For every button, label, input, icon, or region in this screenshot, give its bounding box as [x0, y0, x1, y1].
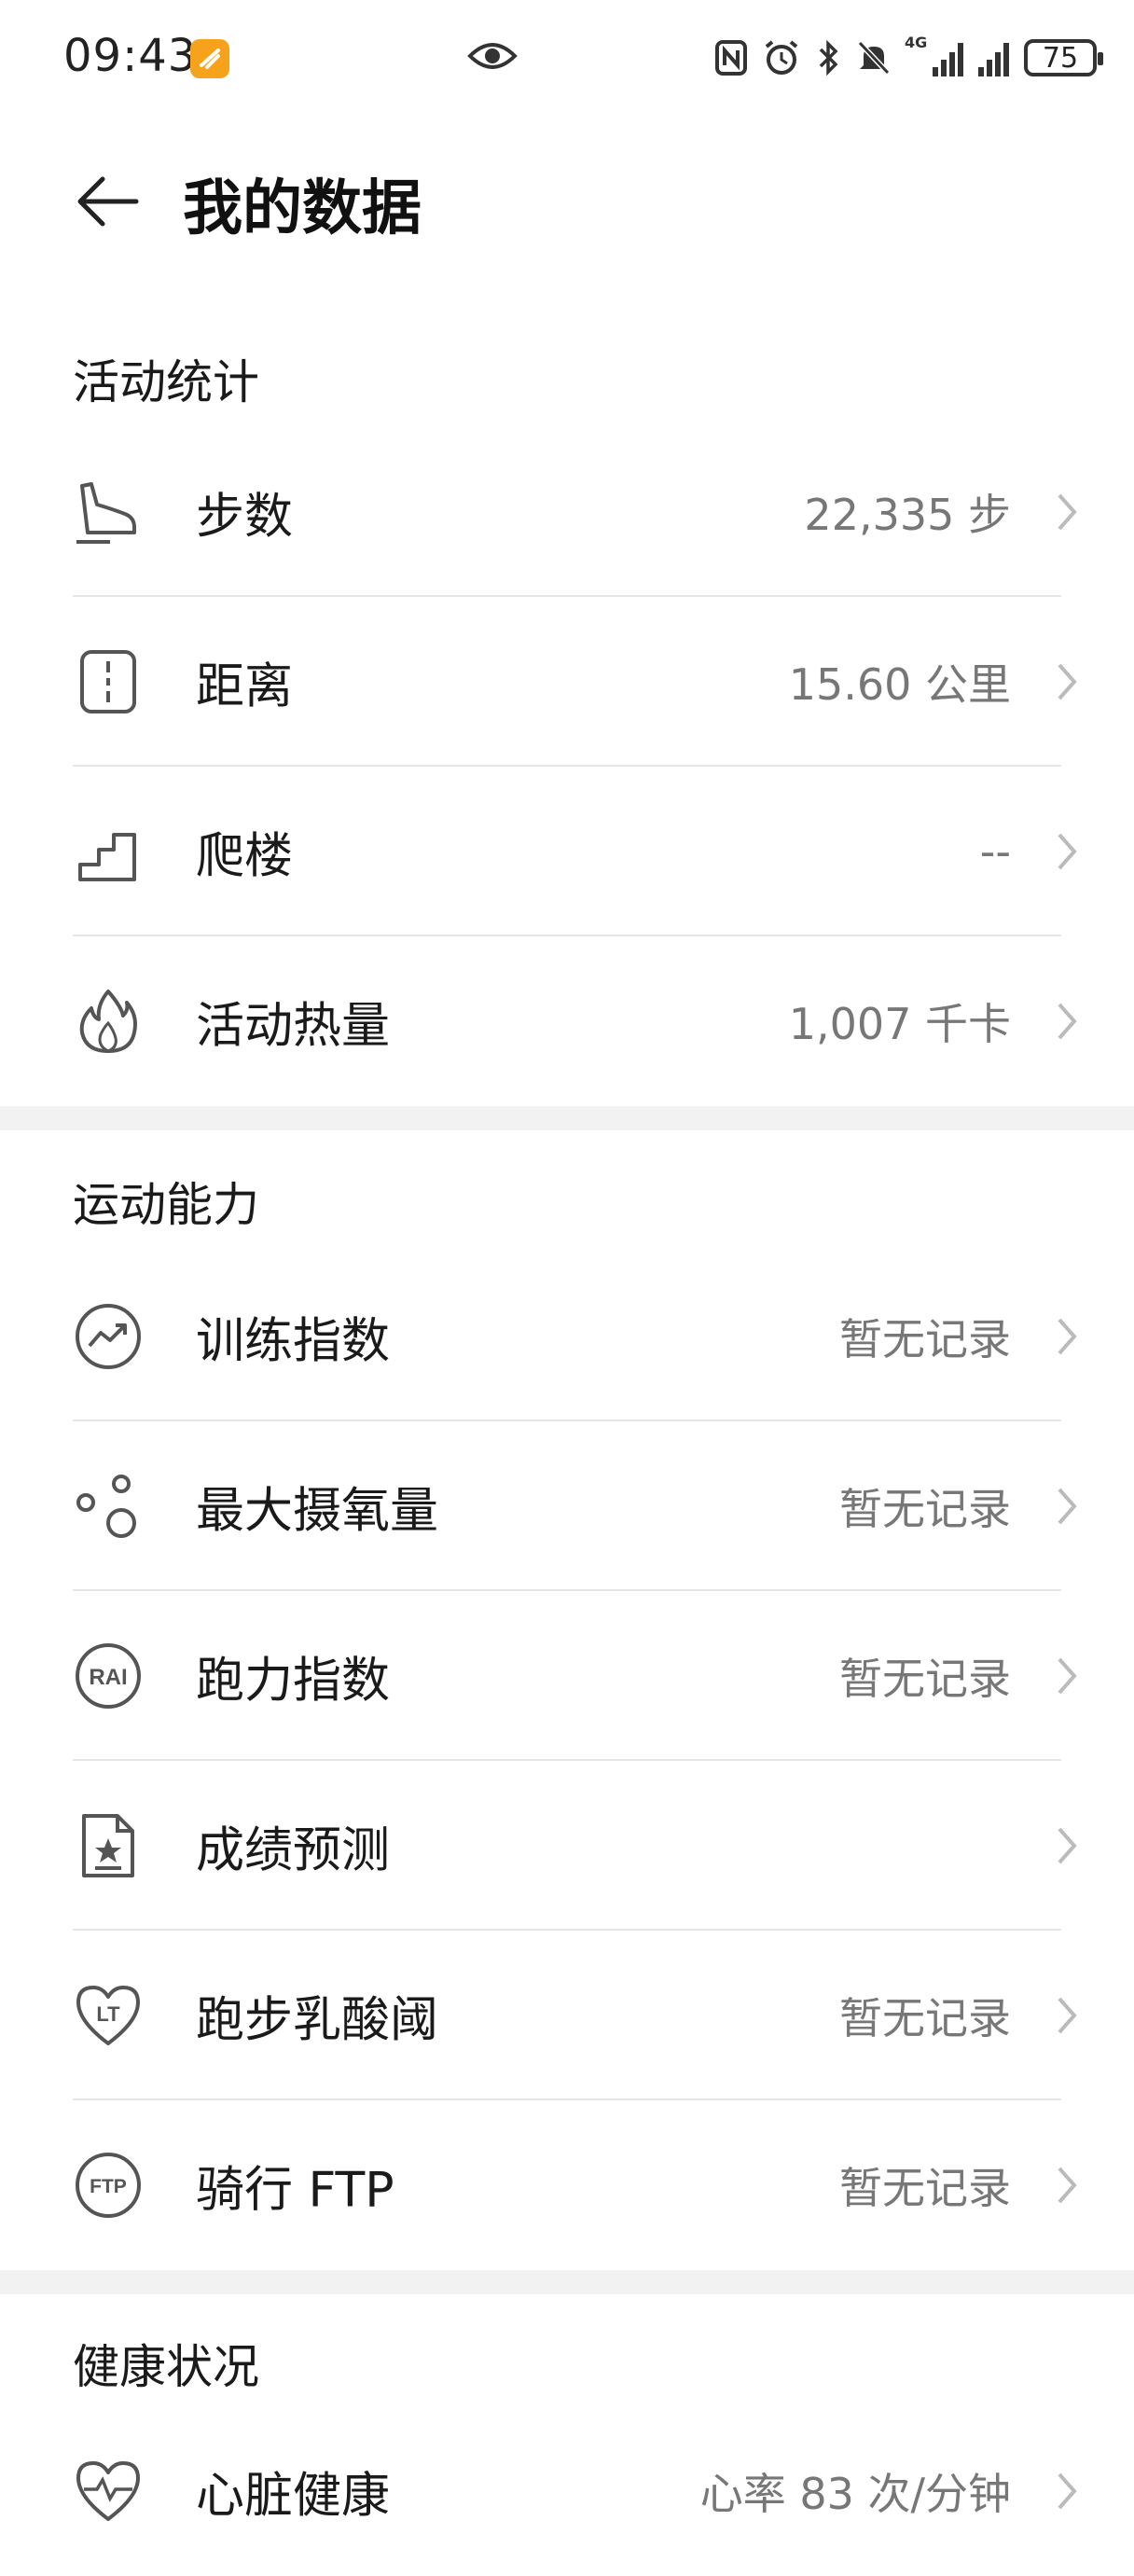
item-label: 跑步乳酸阈	[196, 1992, 439, 2049]
item-value: 1,007 千卡	[788, 999, 1011, 1049]
status-bar: 09:43 4G 75	[0, 0, 1134, 112]
section-separator	[0, 1106, 1134, 1130]
item-value: 暂无记录	[839, 1314, 1011, 1364]
list-item-vo2max[interactable]: 最大摄氧量 暂无记录	[0, 1421, 1134, 1591]
item-label: 心脏健康	[196, 2468, 391, 2525]
bubbles-icon	[73, 1471, 144, 1542]
chevron-right-icon	[1058, 1997, 1077, 2034]
chevron-right-icon	[1058, 833, 1077, 870]
status-time: 09:43	[63, 30, 198, 82]
lt-heart-icon: LT	[73, 1980, 144, 2051]
item-value: 暂无记录	[839, 1484, 1011, 1534]
battery-level: 75	[1042, 41, 1079, 75]
network-type-label: 4G	[905, 34, 928, 51]
item-label: 跑力指数	[196, 1653, 391, 1710]
section-title-ability: 运动能力	[73, 1178, 259, 1232]
chevron-right-icon	[1058, 1827, 1077, 1864]
item-value: 暂无记录	[839, 2163, 1011, 2213]
battery-icon: 75	[1024, 39, 1103, 76]
item-label: 骑行 FTP	[196, 2162, 394, 2219]
item-value: 心率 83 次/分钟	[699, 2469, 1011, 2519]
ftp-icon: FTP	[73, 2150, 144, 2221]
section-title-health: 健康状况	[73, 2340, 259, 2394]
status-icons: 4G 75	[714, 34, 1103, 82]
item-value: --	[979, 826, 1011, 877]
chevron-right-icon	[1058, 1657, 1077, 1695]
chevron-right-icon	[1058, 663, 1077, 700]
chevron-right-icon	[1058, 1488, 1077, 1525]
signal-icon	[978, 39, 1009, 76]
flame-icon	[73, 986, 144, 1057]
page-header: 我的数据	[0, 149, 1134, 252]
trend-icon	[73, 1301, 144, 1372]
mute-icon	[857, 40, 891, 76]
section-separator	[0, 2270, 1134, 2294]
heart-pulse-icon	[73, 2456, 144, 2527]
chevron-right-icon	[1058, 1318, 1077, 1355]
list-item-lactate-threshold[interactable]: LT 跑步乳酸阈 暂无记录	[0, 1931, 1134, 2100]
list-item-distance[interactable]: 距离 15.60 公里	[0, 597, 1134, 767]
ftp-icon-text: FTP	[90, 2176, 127, 2197]
item-value: 15.60 公里	[788, 659, 1011, 710]
chevron-right-icon	[1058, 1003, 1077, 1040]
list-item-steps[interactable]: 步数 22,335 步	[0, 427, 1134, 597]
star-document-icon	[73, 1810, 144, 1881]
item-label: 步数	[196, 489, 294, 546]
chevron-right-icon	[1058, 2167, 1077, 2204]
item-label: 距离	[196, 658, 294, 715]
back-arrow-icon[interactable]	[75, 168, 142, 239]
app-notification-icon	[190, 39, 229, 78]
item-label: 活动热量	[196, 998, 391, 1055]
rai-icon: RAI	[73, 1641, 144, 1711]
chevron-right-icon	[1058, 493, 1077, 531]
list-item-training-index[interactable]: 训练指数 暂无记录	[0, 1252, 1134, 1421]
bluetooth-icon	[819, 39, 838, 76]
item-value: 22,335 步	[804, 490, 1011, 540]
list-item-running-index[interactable]: RAI 跑力指数 暂无记录	[0, 1591, 1134, 1761]
distance-icon	[73, 646, 144, 717]
alarm-icon	[765, 40, 798, 75]
item-label: 训练指数	[196, 1313, 391, 1370]
list-item-cycling-ftp[interactable]: FTP 骑行 FTP 暂无记录	[0, 2100, 1134, 2270]
list-item-calories[interactable]: 活动热量 1,007 千卡	[0, 936, 1134, 1106]
item-label: 成绩预测	[196, 1822, 391, 1879]
item-value: 暂无记录	[839, 1993, 1011, 2043]
rai-icon-text: RAI	[89, 1665, 127, 1690]
item-value: 暂无记录	[839, 1654, 1011, 1704]
list-item-performance-prediction[interactable]: 成绩预测	[0, 1761, 1134, 1931]
item-label: 爬楼	[196, 828, 294, 885]
lt-icon-text: LT	[96, 2002, 120, 2026]
signal-4g-icon: 4G	[905, 34, 963, 76]
list-item-heart-health[interactable]: 心脏健康 心率 83 次/分钟	[0, 2406, 1134, 2576]
stairs-icon	[73, 816, 144, 887]
chevron-right-icon	[1058, 2472, 1077, 2510]
item-label: 最大摄氧量	[196, 1483, 439, 1540]
page-title: 我的数据	[183, 174, 422, 243]
section-title-activity: 活动统计	[73, 355, 259, 409]
nfc-icon	[715, 40, 747, 76]
shoe-icon	[73, 477, 144, 547]
list-item-floors[interactable]: 爬楼 --	[0, 767, 1134, 936]
eye-icon	[466, 37, 519, 78]
